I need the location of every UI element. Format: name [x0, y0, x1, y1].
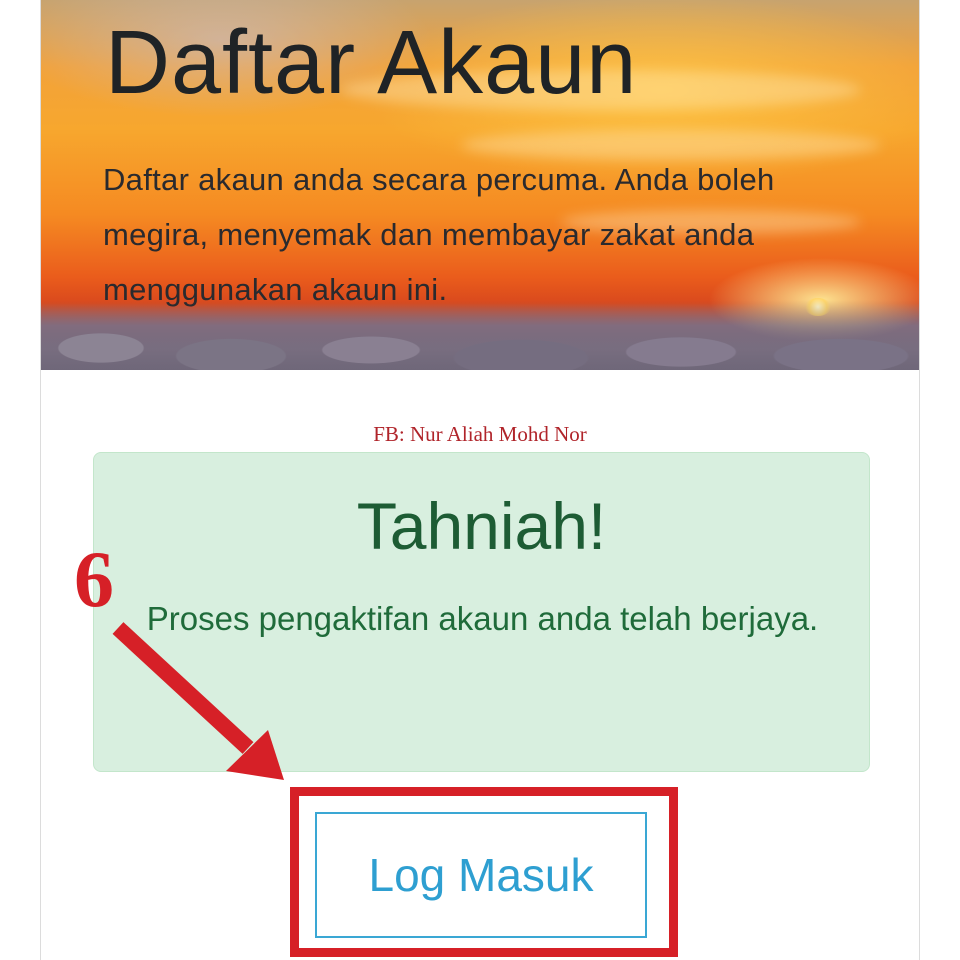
login-button[interactable]: Log Masuk: [315, 812, 647, 938]
page: Daftar Akaun Daftar akaun anda secara pe…: [0, 0, 960, 960]
hero-banner: Daftar Akaun Daftar akaun anda secara pe…: [41, 0, 919, 370]
annotation-step-number: 6: [74, 536, 114, 624]
page-description: Daftar akaun anda secara percuma. Anda b…: [103, 162, 775, 307]
alert-title: Tahniah!: [356, 489, 607, 563]
alert-message: Proses pengaktifan akaun anda telah berj…: [146, 600, 819, 637]
success-alert: Tahniah! Proses pengaktifan akaun anda t…: [93, 452, 870, 772]
credit-text: FB: Nur Aliah Mohd Nor: [373, 422, 587, 446]
registration-card: Daftar Akaun Daftar akaun anda secara pe…: [40, 0, 920, 960]
page-title: Daftar Akaun: [105, 13, 638, 113]
